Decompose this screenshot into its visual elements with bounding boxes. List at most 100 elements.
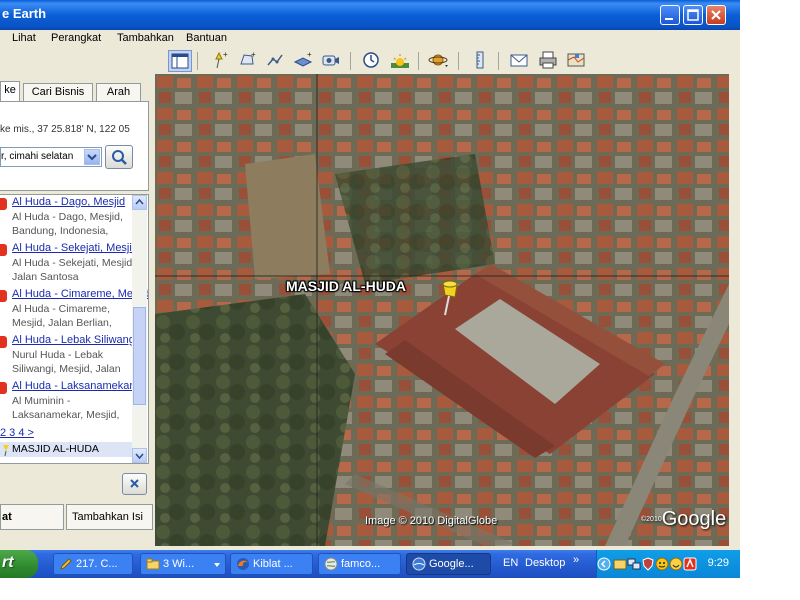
network-icon[interactable] bbox=[627, 557, 641, 571]
ruler-button[interactable] bbox=[469, 50, 493, 72]
firefox-icon bbox=[237, 558, 249, 570]
taskbar-item-firefox[interactable]: Kiblat ... bbox=[230, 553, 313, 575]
system-clock[interactable]: 9:29 bbox=[708, 557, 729, 569]
chevron-down-icon bbox=[135, 453, 144, 460]
result-name[interactable]: Al Huda - Laksanamekar, bbox=[12, 380, 136, 392]
maximize-icon bbox=[687, 9, 699, 21]
result-marker-icon bbox=[0, 382, 7, 394]
record-tour-icon bbox=[322, 55, 339, 66]
scroll-up-button[interactable] bbox=[132, 195, 147, 210]
clear-search-button[interactable] bbox=[122, 473, 147, 495]
result-marker-icon bbox=[0, 244, 7, 256]
taskbar-item-label: famco... bbox=[341, 558, 381, 570]
printer-icon bbox=[539, 51, 557, 69]
taskbar-item-famco[interactable]: famco... bbox=[318, 553, 401, 575]
add-overlay-button[interactable]: + bbox=[292, 50, 316, 72]
result-marker-icon bbox=[0, 198, 7, 210]
map-view[interactable]: MASJID AL-HUDA Image © 2010 DigitalGlobe… bbox=[155, 74, 729, 546]
taskbar-item-label: 3 Wi... bbox=[163, 558, 195, 570]
menu-perangkat[interactable]: Perangkat bbox=[51, 32, 101, 44]
menu-bar: Lihat Perangkat Tambahkan Bantuan bbox=[0, 30, 740, 48]
add-polygon-button[interactable]: + bbox=[236, 50, 260, 72]
title-bar[interactable]: e Earth bbox=[0, 0, 740, 30]
close-icon bbox=[711, 10, 721, 20]
result-name[interactable]: Al Huda - Sekejati, Mesjid bbox=[12, 242, 138, 254]
sunlight-button[interactable] bbox=[389, 50, 413, 72]
chevron-down-icon bbox=[214, 563, 220, 567]
search-results-list: Al Huda - Dago, Mesjid Al Huda - Dago, M… bbox=[0, 194, 149, 464]
dropdown-button[interactable] bbox=[84, 149, 100, 165]
pushpin-icon[interactable] bbox=[435, 279, 465, 319]
record-tour-button[interactable] bbox=[320, 50, 344, 72]
selected-placemark-label: MASJID AL-HUDA bbox=[12, 443, 99, 455]
tab-add-content[interactable]: Tambahkan Isi bbox=[66, 504, 153, 530]
tray-app-icon[interactable] bbox=[613, 557, 627, 571]
sunlight-icon bbox=[391, 54, 409, 68]
minimize-button[interactable] bbox=[660, 5, 680, 25]
result-marker-icon bbox=[0, 290, 7, 302]
tab-directions[interactable]: Arah bbox=[96, 83, 141, 101]
email-button[interactable] bbox=[508, 50, 532, 72]
menu-tambahkan[interactable]: Tambahkan bbox=[117, 32, 174, 44]
tab-fly-to[interactable]: ke bbox=[0, 81, 20, 101]
svg-text:+: + bbox=[223, 50, 228, 59]
minimize-icon bbox=[665, 18, 673, 20]
placemark-pin-icon: + bbox=[215, 50, 228, 69]
emoticon-icon[interactable] bbox=[669, 557, 683, 571]
taskbar-item-217[interactable]: 217. C... bbox=[53, 553, 133, 575]
pushpin-icon bbox=[3, 445, 9, 457]
scroll-down-button[interactable] bbox=[132, 448, 147, 463]
tab-places[interactable]: at bbox=[0, 504, 64, 530]
placemark-label[interactable]: MASJID AL-HUDA bbox=[286, 278, 406, 294]
svg-text:+: + bbox=[307, 50, 312, 59]
google-logo: ©2010Google bbox=[641, 508, 726, 531]
chevron-left-icon[interactable] bbox=[597, 557, 611, 571]
toolbar-overflow-chevron[interactable]: » bbox=[573, 554, 579, 566]
print-button[interactable] bbox=[537, 50, 561, 72]
messenger-icon[interactable] bbox=[655, 557, 669, 571]
maximize-button[interactable] bbox=[683, 5, 703, 25]
start-label: rt bbox=[2, 554, 14, 571]
taskbar-item-label: Google... bbox=[429, 558, 474, 570]
imagery-copyright: Image © 2010 DigitalGlobe bbox=[365, 515, 498, 527]
tab-find-businesses[interactable]: Cari Bisnis bbox=[23, 83, 93, 101]
result-description: Al Huda - Sekejati, Mesjid, Jalan Santos… bbox=[12, 257, 136, 283]
taskbar-item-google-earth[interactable]: Google... bbox=[406, 553, 491, 575]
google-earth-icon bbox=[412, 557, 426, 571]
language-indicator[interactable]: EN bbox=[503, 557, 518, 569]
add-path-button[interactable] bbox=[264, 50, 288, 72]
security-shield-icon[interactable] bbox=[641, 557, 655, 571]
desktop-toolbar[interactable]: Desktop bbox=[525, 557, 565, 569]
results-scrollbar[interactable] bbox=[132, 195, 147, 463]
svg-text:+: + bbox=[251, 50, 256, 59]
scroll-thumb[interactable] bbox=[133, 307, 146, 405]
result-description: Nurul Huda - Lebak Siliwangi, Mesjid, Ja… bbox=[12, 349, 121, 375]
selected-placemark-row[interactable]: MASJID AL-HUDA bbox=[0, 442, 132, 457]
result-name[interactable]: Al Huda - Lebak Siliwangi bbox=[12, 334, 137, 346]
path-icon bbox=[267, 54, 283, 66]
map-icon bbox=[567, 53, 585, 67]
close-icon bbox=[130, 479, 139, 488]
start-button[interactable]: rt bbox=[0, 550, 38, 578]
view-in-maps-button[interactable] bbox=[565, 50, 589, 72]
globe-icon bbox=[324, 557, 338, 571]
antivirus-icon[interactable] bbox=[683, 557, 697, 571]
historical-imagery-button[interactable] bbox=[360, 50, 384, 72]
add-placemark-button[interactable]: + bbox=[208, 50, 232, 72]
close-button[interactable] bbox=[706, 5, 726, 25]
search-input[interactable]: r, cimahi selatan bbox=[0, 147, 102, 167]
menu-bantuan[interactable]: Bantuan bbox=[186, 32, 227, 44]
clock-icon bbox=[363, 52, 379, 68]
result-name[interactable]: Al Huda - Cimareme, Mesjid bbox=[12, 288, 148, 300]
taskbar-item-windows-explorer[interactable]: 3 Wi... bbox=[140, 553, 226, 575]
pagination-links[interactable]: 2 3 4 > bbox=[0, 427, 34, 439]
result-name[interactable]: Al Huda - Dago, Mesjid bbox=[12, 196, 125, 208]
system-tray: 9:29 bbox=[596, 550, 740, 578]
google-earth-window: e Earth Lihat Perangkat Tambahkan Bantua… bbox=[0, 0, 740, 578]
search-button[interactable] bbox=[105, 145, 133, 169]
switch-planet-button[interactable] bbox=[428, 50, 452, 72]
places-panel-tabs: at Tambahkan Isi bbox=[0, 504, 153, 530]
menu-lihat[interactable]: Lihat bbox=[12, 32, 36, 44]
sidebar-toggle-button[interactable] bbox=[168, 50, 192, 72]
pencil-icon bbox=[60, 558, 72, 570]
